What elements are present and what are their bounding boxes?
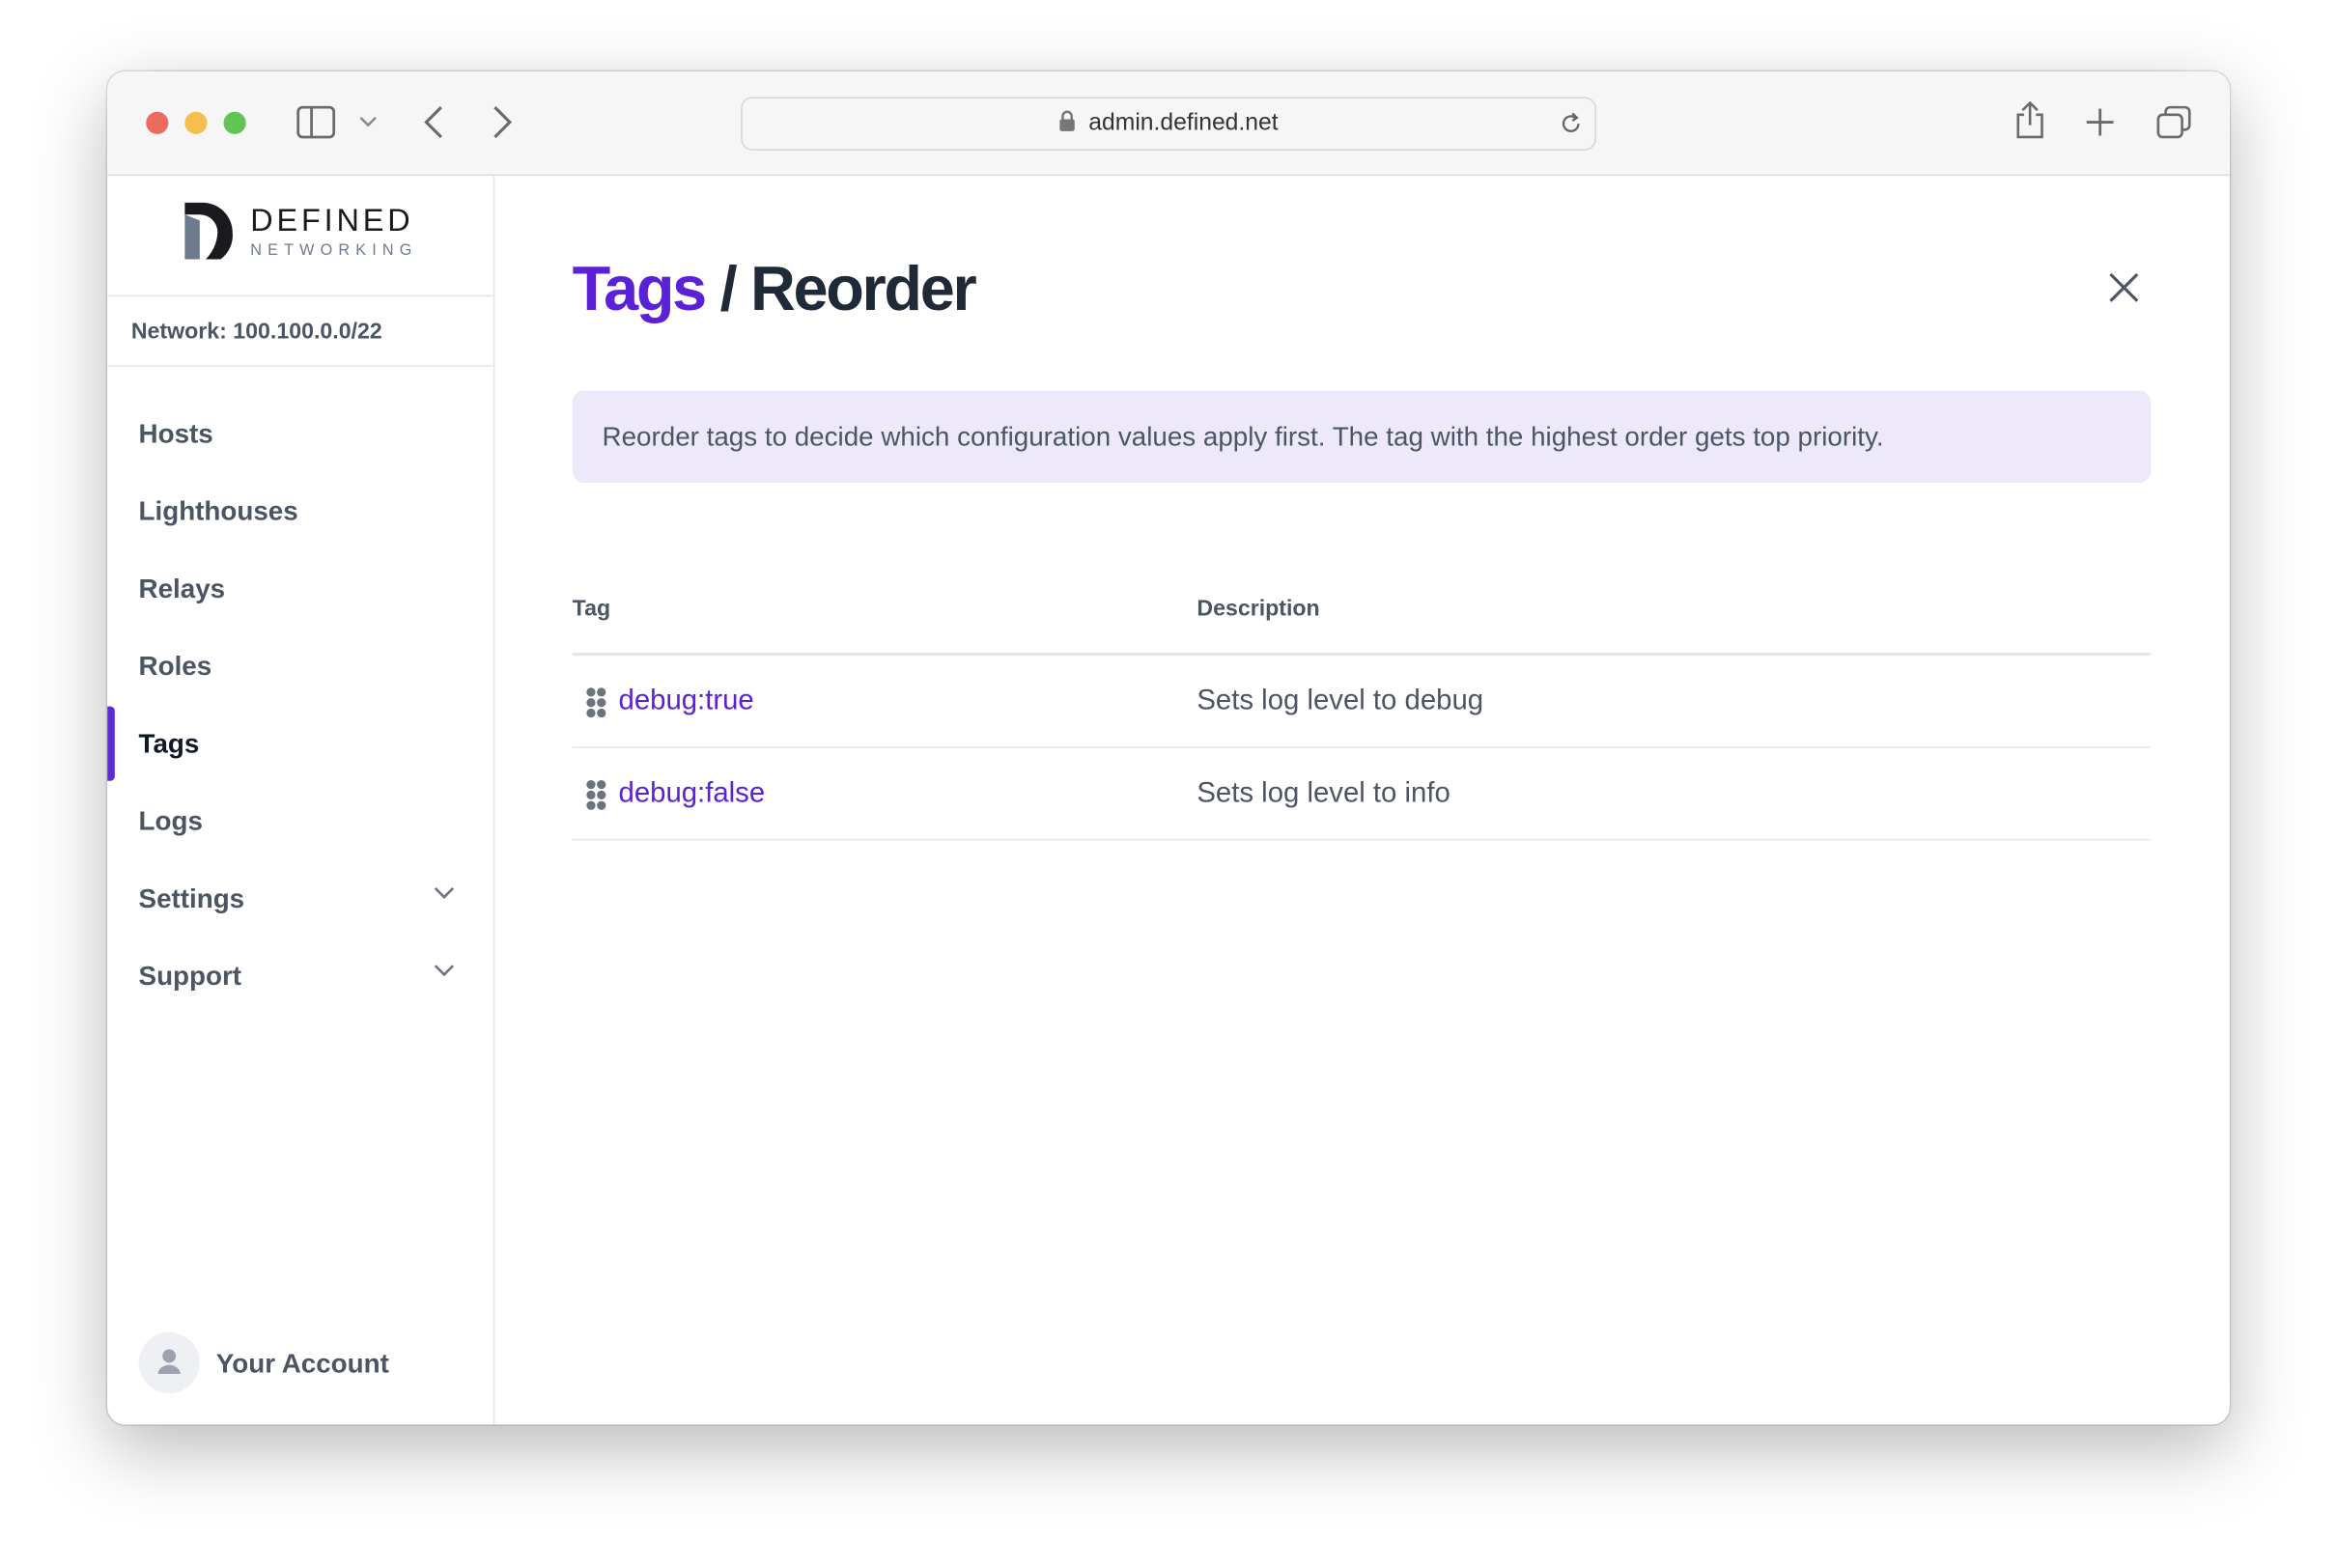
sidebar-toggle-icon[interactable] [296,105,336,139]
info-text: Reorder tags to decide which configurati… [602,421,1884,452]
address-bar[interactable]: admin.defined.net [741,97,1596,151]
window-maximize-button[interactable] [223,111,246,134]
network-indicator: Network: 100.100.0.0/22 [107,294,493,367]
avatar [138,1331,200,1394]
sidebar-item-roles[interactable]: Roles [107,636,493,696]
lock-icon [1059,110,1076,131]
network-label: Network: 100.100.0.0/22 [130,319,382,345]
new-tab-icon[interactable] [2085,107,2115,137]
sidebar-item-lighthouses[interactable]: Lighthouses [107,482,493,542]
tabs-overview-icon[interactable] [2156,105,2192,140]
sidebar: DEFINED NETWORKING Network: 100.100.0.0/2… [107,176,495,1425]
back-icon[interactable] [423,106,444,139]
table-row[interactable]: debug:true Sets log level to debug [572,656,2152,748]
sidebar-item-relays[interactable]: Relays [107,559,493,619]
breadcrumb-tags-link[interactable]: Tags [573,253,708,323]
tag-description: Sets log level to debug [1197,685,1484,717]
column-header-description: Description [1197,596,1320,622]
reload-icon[interactable] [1559,112,1583,136]
chevron-down-icon [434,886,455,899]
account-label: Your Account [215,1348,389,1379]
sidebar-item-hosts[interactable]: Hosts [107,404,493,463]
tag-description: Sets log level to info [1197,777,1450,810]
breadcrumb-separator: / [704,253,751,323]
sidebar-item-label: Settings [138,883,245,914]
window-minimize-button[interactable] [184,111,208,134]
drag-handle-icon[interactable] [586,687,607,718]
close-icon[interactable] [2107,271,2140,304]
chevron-down-icon [434,965,455,977]
table-row[interactable]: debug:false Sets log level to info [572,748,2152,841]
sidebar-item-label: Lighthouses [138,495,298,526]
defined-networking-logo[interactable]: DEFINED NETWORKING [182,200,420,273]
info-banner: Reorder tags to decide which configurati… [572,390,2152,484]
browser-window: admin.defined.net DEFINED NETWORKING Netw… [107,71,2230,1425]
sidebar-item-label: Relays [138,574,226,604]
browser-toolbar: admin.defined.net [107,71,2230,177]
window-close-button[interactable] [146,111,169,134]
page-title: Tags / Reorder [573,253,977,324]
sidebar-item-label: Tags [138,728,200,759]
main-content: Tags / Reorder Reorder tags to decide wh… [494,176,2230,1424]
sidebar-item-label: Hosts [138,418,213,449]
share-icon[interactable] [2015,100,2045,140]
sidebar-item-label: Logs [138,805,203,836]
drag-handle-icon[interactable] [586,779,607,810]
sidebar-item-support[interactable]: Support [107,946,493,1006]
forward-icon[interactable] [492,106,513,139]
sidebar-item-label: Support [138,961,242,992]
sidebar-item-tags[interactable]: Tags [107,706,493,781]
chevron-down-icon[interactable] [359,116,378,127]
sidebar-item-settings[interactable]: Settings [107,869,493,929]
logo-wordmark: DEFINED [250,203,413,238]
breadcrumb-current: Reorder [750,253,977,323]
sidebar-item-label: Roles [138,651,212,682]
column-header-tag: Tag [572,596,611,622]
user-icon [157,1349,181,1375]
sidebar-item-logs[interactable]: Logs [107,792,493,852]
tag-link[interactable]: debug:true [619,686,754,718]
svg-text:NETWORKING: NETWORKING [250,241,417,259]
url-text: admin.defined.net [1088,110,1279,136]
tag-link[interactable]: debug:false [619,778,766,811]
